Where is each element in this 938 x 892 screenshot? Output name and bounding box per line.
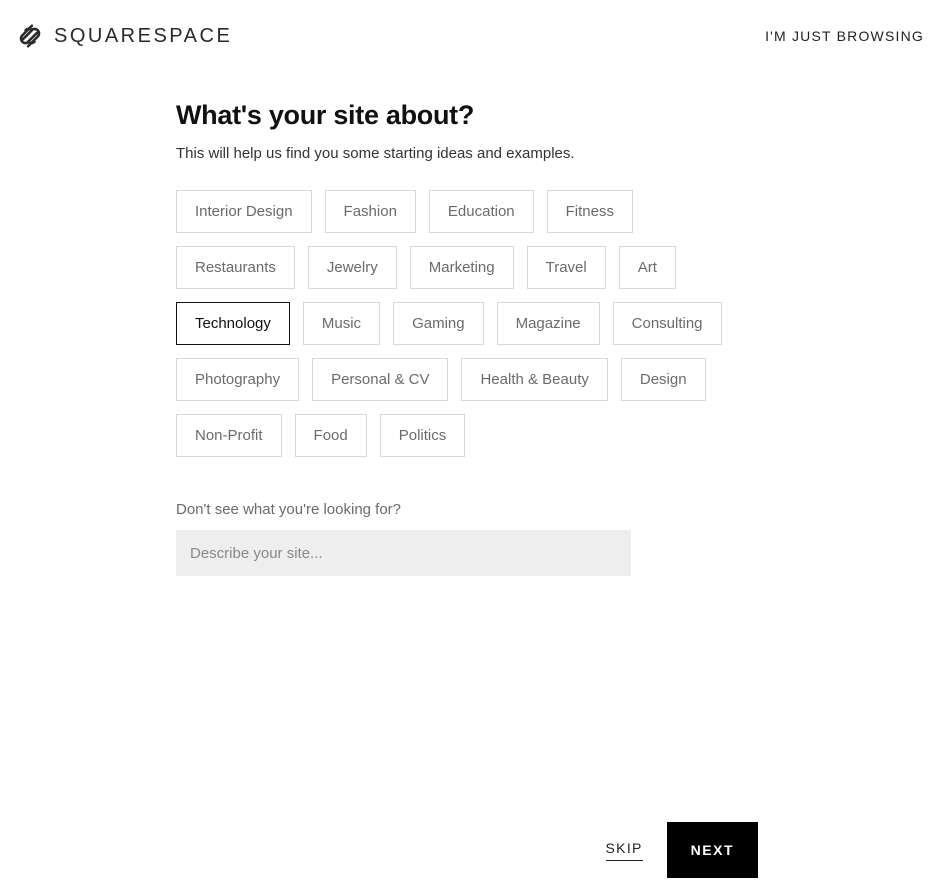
category-chip[interactable]: Jewelry	[308, 246, 397, 289]
search-label: Don't see what you're looking for?	[176, 501, 756, 518]
category-chip[interactable]: Technology	[176, 302, 290, 345]
onboarding-content: What's your site about? This will help u…	[176, 100, 756, 576]
category-chip[interactable]: Education	[429, 190, 534, 233]
category-chip[interactable]: Magazine	[497, 302, 600, 345]
category-chip[interactable]: Design	[621, 358, 706, 401]
category-chip[interactable]: Fitness	[547, 190, 633, 233]
category-chip[interactable]: Music	[303, 302, 380, 345]
category-chip[interactable]: Photography	[176, 358, 299, 401]
category-chip[interactable]: Food	[295, 414, 367, 457]
category-chip[interactable]: Travel	[527, 246, 606, 289]
category-chip[interactable]: Fashion	[325, 190, 416, 233]
category-chip[interactable]: Art	[619, 246, 676, 289]
search-section: Don't see what you're looking for?	[176, 501, 756, 576]
skip-button[interactable]: SKIP	[606, 840, 643, 861]
category-chip[interactable]: Restaurants	[176, 246, 295, 289]
describe-site-input[interactable]	[176, 530, 631, 576]
category-chip[interactable]: Gaming	[393, 302, 484, 345]
page-heading: What's your site about?	[176, 100, 756, 131]
category-chip[interactable]: Marketing	[410, 246, 514, 289]
logo[interactable]: SQUARESPACE	[14, 20, 232, 52]
just-browsing-link[interactable]: I'M JUST BROWSING	[765, 28, 924, 44]
category-chip[interactable]: Politics	[380, 414, 466, 457]
logo-text: SQUARESPACE	[54, 25, 232, 48]
footer-actions: SKIP NEXT	[606, 822, 758, 878]
category-chip[interactable]: Health & Beauty	[461, 358, 607, 401]
category-chip[interactable]: Personal & CV	[312, 358, 448, 401]
category-chip[interactable]: Non-Profit	[176, 414, 282, 457]
squarespace-logo-icon	[14, 20, 46, 52]
page-subheading: This will help us find you some starting…	[176, 145, 756, 162]
category-chip[interactable]: Interior Design	[176, 190, 312, 233]
category-chip[interactable]: Consulting	[613, 302, 722, 345]
category-chips: Interior Design Fashion Education Fitness Re…	[176, 190, 756, 457]
next-button[interactable]: NEXT	[667, 822, 758, 878]
header: SQUARESPACE I'M JUST BROWSING	[0, 0, 938, 52]
